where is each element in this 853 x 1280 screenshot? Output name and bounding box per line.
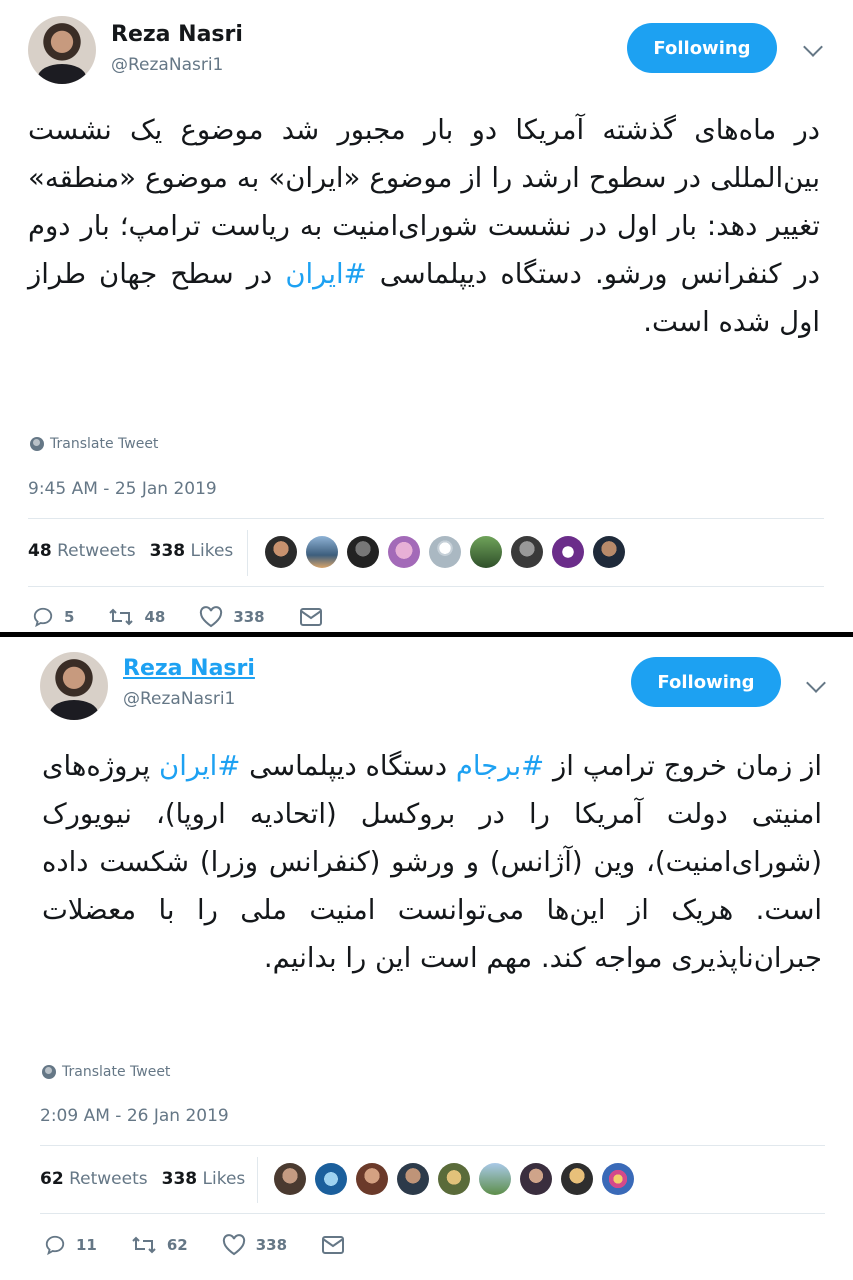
tweet-card: Reza Nasri @RezaNasri1 Following در ماه‌… bbox=[0, 0, 853, 634]
liker-avatar[interactable] bbox=[265, 536, 297, 568]
hashtag-link[interactable]: #ایران bbox=[159, 750, 240, 782]
likes-stat[interactable]: 338 Likes bbox=[162, 1169, 246, 1189]
retweet-button[interactable]: 48 bbox=[108, 606, 165, 628]
tweet-actions: 5 48 338 bbox=[32, 606, 357, 628]
author-handle[interactable]: @RezaNasri1 bbox=[111, 55, 223, 75]
retweet-button[interactable]: 62 bbox=[131, 1234, 188, 1256]
liker-avatars bbox=[274, 1163, 634, 1195]
reply-button[interactable]: 5 bbox=[32, 606, 74, 628]
retweets-stat[interactable]: 62 Retweets bbox=[40, 1169, 148, 1189]
timestamp[interactable]: 9:45 AM - 25 Jan 2019 bbox=[28, 479, 217, 499]
liker-avatar[interactable] bbox=[438, 1163, 470, 1195]
avatar[interactable] bbox=[28, 16, 96, 84]
tweet-text: از زمان خروج ترامپ از #برجام دستگاه دیپل… bbox=[42, 750, 823, 974]
chevron-down-icon[interactable] bbox=[806, 673, 826, 693]
liker-avatar[interactable] bbox=[511, 536, 543, 568]
reply-icon bbox=[45, 1235, 65, 1256]
tweet-text: در ماه‌های گذشته آمریکا دو بار مجبور شد … bbox=[28, 114, 820, 338]
liker-avatar[interactable] bbox=[388, 536, 420, 568]
liker-avatars bbox=[265, 536, 625, 568]
liker-avatar[interactable] bbox=[470, 536, 502, 568]
retweet-icon bbox=[109, 608, 134, 626]
liker-avatar[interactable] bbox=[356, 1163, 388, 1195]
author-name[interactable]: Reza Nasri bbox=[111, 22, 243, 47]
divider bbox=[28, 586, 824, 587]
direct-message-button[interactable] bbox=[299, 607, 323, 627]
tweet-card: Reza Nasri @RezaNasri1 Following از زمان… bbox=[0, 640, 853, 1280]
like-button[interactable]: 338 bbox=[222, 1234, 287, 1256]
globe-icon bbox=[42, 1065, 56, 1079]
divider bbox=[40, 1213, 825, 1214]
reply-button[interactable]: 11 bbox=[44, 1234, 97, 1256]
stats-divider bbox=[257, 1157, 258, 1203]
liker-avatar[interactable] bbox=[479, 1163, 511, 1195]
translate-tweet-link[interactable]: Translate Tweet bbox=[42, 1064, 170, 1080]
engagement-stats: 62 Retweets 338 Likes bbox=[40, 1169, 245, 1189]
retweet-icon bbox=[132, 1236, 156, 1254]
like-count: 338 bbox=[255, 1236, 288, 1254]
liker-avatar[interactable] bbox=[315, 1163, 347, 1195]
liker-avatar[interactable] bbox=[561, 1163, 593, 1195]
retweet-count: 62 bbox=[166, 1236, 188, 1254]
heart-icon bbox=[222, 1234, 245, 1256]
liker-avatar[interactable] bbox=[552, 536, 584, 568]
globe-icon bbox=[30, 437, 44, 451]
stats-divider bbox=[247, 530, 248, 576]
reply-icon bbox=[33, 607, 53, 628]
liker-avatar[interactable] bbox=[520, 1163, 552, 1195]
reply-count: 11 bbox=[76, 1236, 97, 1254]
retweet-count: 48 bbox=[144, 608, 166, 626]
likes-stat[interactable]: 338 Likes bbox=[150, 541, 234, 561]
following-button[interactable]: Following bbox=[627, 23, 777, 73]
liker-avatar[interactable] bbox=[347, 536, 379, 568]
envelope-icon bbox=[299, 608, 322, 626]
heart-icon bbox=[200, 606, 223, 628]
translate-tweet-link[interactable]: Translate Tweet bbox=[30, 436, 158, 452]
engagement-stats: 48 Retweets 338 Likes bbox=[28, 541, 233, 561]
liker-avatar[interactable] bbox=[429, 536, 461, 568]
tweet-actions: 11 62 338 bbox=[44, 1234, 379, 1256]
translate-label: Translate Tweet bbox=[50, 436, 159, 452]
author-name[interactable]: Reza Nasri bbox=[123, 656, 255, 681]
reply-count: 5 bbox=[64, 608, 75, 626]
divider bbox=[40, 1145, 825, 1146]
author-handle[interactable]: @RezaNasri1 bbox=[123, 689, 235, 709]
liker-avatar[interactable] bbox=[602, 1163, 634, 1195]
liker-avatar[interactable] bbox=[306, 536, 338, 568]
liker-avatar[interactable] bbox=[397, 1163, 429, 1195]
hashtag-link[interactable]: #ایران bbox=[285, 258, 366, 290]
like-button[interactable]: 338 bbox=[199, 606, 265, 628]
timestamp[interactable]: 2:09 AM - 26 Jan 2019 bbox=[40, 1106, 229, 1126]
liker-avatar[interactable] bbox=[593, 536, 625, 568]
chevron-down-icon[interactable] bbox=[803, 37, 823, 57]
screenshot-separator bbox=[0, 632, 853, 637]
hashtag-link[interactable]: #برجام bbox=[456, 750, 544, 782]
like-count: 338 bbox=[233, 608, 265, 626]
direct-message-button[interactable] bbox=[321, 1235, 345, 1255]
divider bbox=[28, 518, 824, 519]
envelope-icon bbox=[322, 1236, 345, 1254]
retweets-stat[interactable]: 48 Retweets bbox=[28, 541, 136, 561]
liker-avatar[interactable] bbox=[274, 1163, 306, 1195]
following-button[interactable]: Following bbox=[631, 657, 781, 707]
translate-label: Translate Tweet bbox=[62, 1064, 171, 1080]
avatar[interactable] bbox=[40, 652, 108, 720]
